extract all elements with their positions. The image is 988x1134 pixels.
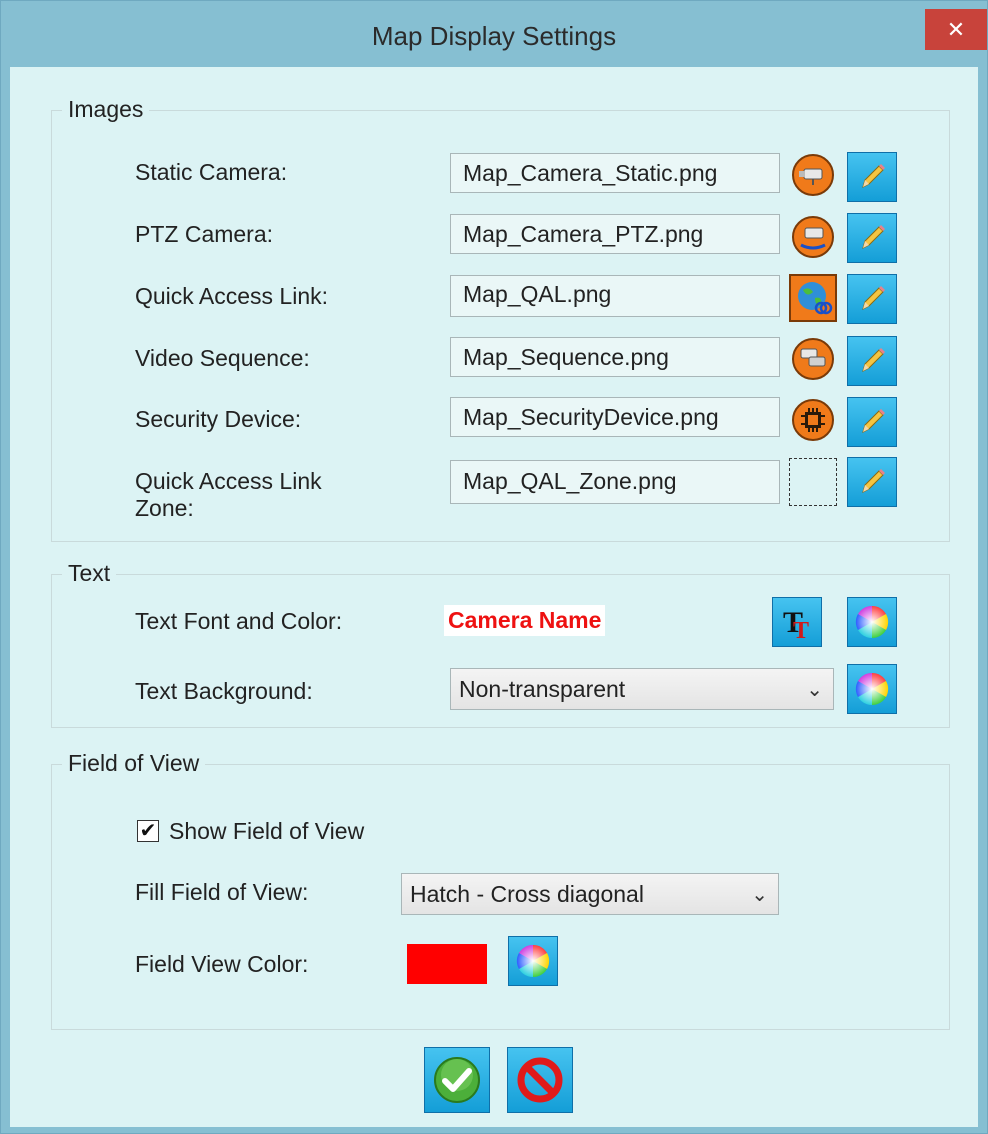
show-field-of-view-label[interactable]: Show Field of View <box>169 818 364 845</box>
show-field-of-view-checkbox[interactable]: ✔ <box>137 820 159 842</box>
fill-field-of-view-select[interactable]: Hatch - Cross diagonal ⌄ <box>401 873 779 915</box>
pencil-icon <box>862 164 885 188</box>
pencil-icon <box>862 348 885 372</box>
field-of-view-legend: Field of View <box>62 750 206 777</box>
color-wheel-icon <box>516 944 550 978</box>
font-icon: TT <box>783 606 809 642</box>
color-wheel-icon <box>855 672 889 706</box>
no-sign-icon <box>517 1057 563 1103</box>
pencil-icon <box>862 409 885 433</box>
video-sequence-label: Video Sequence: <box>135 345 310 371</box>
dialog-window: Map Display Settings ✕ Images Static Cam… <box>0 0 988 1134</box>
sequence-camera-icon <box>789 335 837 383</box>
edit-security-device-button[interactable] <box>847 397 897 447</box>
edit-ptz-camera-button[interactable] <box>847 213 897 263</box>
title-bar[interactable]: Map Display Settings ✕ <box>1 1 987 67</box>
zone-outline-icon <box>789 458 837 506</box>
checkmark-icon <box>434 1057 480 1103</box>
checkmark-icon: ✔ <box>139 820 157 842</box>
text-background-select[interactable]: Non-transparent ⌄ <box>450 668 834 710</box>
field-view-color-button[interactable] <box>508 936 558 986</box>
edit-static-camera-button[interactable] <box>847 152 897 202</box>
security-device-label: Security Device: <box>135 406 302 432</box>
edit-video-sequence-button[interactable] <box>847 336 897 386</box>
edit-quick-access-link-zone-button[interactable] <box>847 457 897 507</box>
static-camera-icon <box>789 151 837 199</box>
pencil-icon <box>862 286 885 310</box>
dialog-title: Map Display Settings <box>371 21 617 51</box>
font-button[interactable]: TT <box>772 597 822 647</box>
text-background-label: Text Background: <box>135 678 313 704</box>
chevron-down-icon: ⌄ <box>806 679 823 701</box>
ptz-camera-label: PTZ Camera: <box>135 221 274 247</box>
dialog-body: Images Static Camera: Map_Camera_Static.… <box>10 67 978 1127</box>
text-font-label: Text Font and Color: <box>135 608 343 634</box>
edit-quick-access-link-button[interactable] <box>847 274 897 324</box>
static-camera-label: Static Camera: <box>135 159 288 185</box>
svg-text:T: T <box>793 618 809 642</box>
quick-access-link-zone-field[interactable]: Map_QAL_Zone.png <box>450 460 780 504</box>
chevron-down-icon: ⌄ <box>751 884 768 906</box>
close-icon: ✕ <box>946 16 966 42</box>
pencil-icon <box>862 469 885 493</box>
close-button[interactable]: ✕ <box>925 9 987 50</box>
text-background-color-button[interactable] <box>847 664 897 714</box>
ptz-camera-icon <box>789 213 837 261</box>
text-background-value: Non-transparent <box>459 675 626 702</box>
fill-field-of-view-label: Fill Field of View: <box>135 879 309 905</box>
color-wheel-icon <box>855 605 889 639</box>
quick-access-link-zone-label: Quick Access Link Zone: <box>135 468 322 521</box>
ok-button[interactable] <box>424 1047 490 1113</box>
text-legend: Text <box>62 560 117 587</box>
cancel-button[interactable] <box>507 1047 573 1113</box>
ptz-camera-field[interactable]: Map_Camera_PTZ.png <box>450 214 780 254</box>
quick-access-link-label: Quick Access Link: <box>135 283 329 309</box>
static-camera-field[interactable]: Map_Camera_Static.png <box>450 153 780 193</box>
globe-link-icon <box>789 274 837 322</box>
pencil-icon <box>862 225 885 249</box>
field-view-color-label: Field View Color: <box>135 951 309 977</box>
security-device-field[interactable]: Map_SecurityDevice.png <box>450 397 780 437</box>
chip-icon <box>789 396 837 444</box>
text-color-button[interactable] <box>847 597 897 647</box>
video-sequence-field[interactable]: Map_Sequence.png <box>450 337 780 377</box>
quick-access-link-field[interactable]: Map_QAL.png <box>450 275 780 317</box>
fill-field-of-view-value: Hatch - Cross diagonal <box>410 880 644 907</box>
text-sample: Camera Name <box>444 605 606 636</box>
field-view-color-swatch <box>407 944 487 984</box>
images-legend: Images <box>62 96 150 123</box>
